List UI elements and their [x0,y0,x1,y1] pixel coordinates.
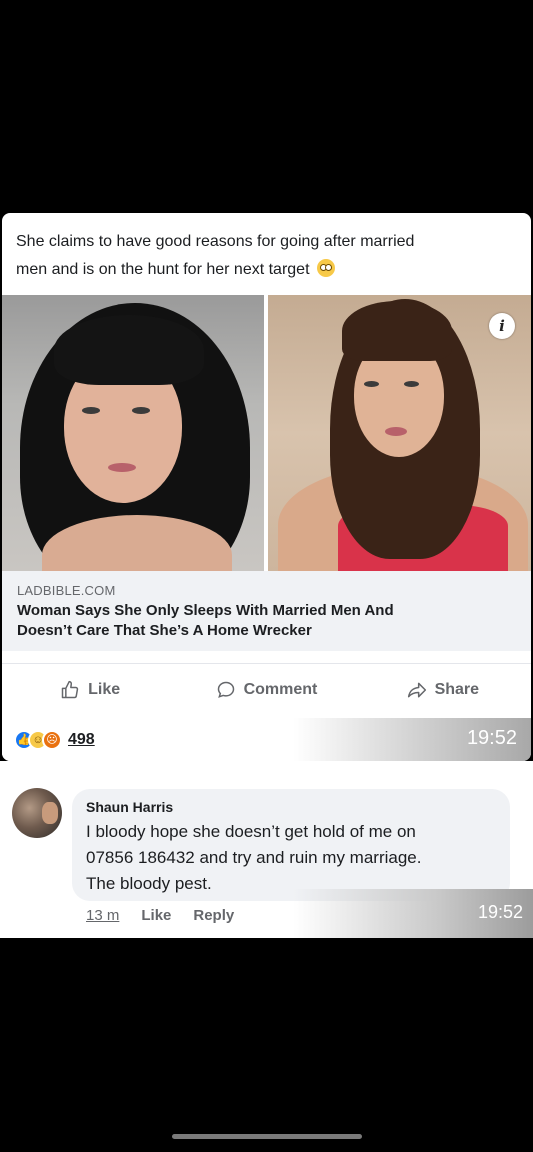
like-label: Like [88,680,121,698]
like-button[interactable]: Like [2,680,178,700]
caption-line-1: She claims to have good reasons for goin… [16,233,415,250]
link-title-line-1: Woman Says She Only Sleeps With Married … [17,602,394,619]
post-image[interactable]: i [2,295,531,571]
photo-right[interactable]: i [268,295,531,571]
angry-reaction-icon: ☹ [42,729,62,750]
post-card: She claims to have good reasons for goin… [2,213,531,761]
comment-label: Comment [243,680,318,698]
comment-author[interactable]: Shaun Harris [86,799,496,815]
comment-button[interactable]: Comment [178,680,354,700]
action-bar: Like Comment Share [2,663,531,715]
info-icon[interactable]: i [489,313,515,339]
share-button[interactable]: Share [355,680,531,700]
link-title-line-2: Doesn’t Care That She’s A Home Wrecker [17,622,312,639]
caption-line-2: men and is on the hunt for her next targ… [16,261,310,278]
comment-time[interactable]: 13 m [86,907,119,924]
link-preview[interactable]: LADBIBLE.COM Woman Says She Only Sleeps … [2,571,531,651]
comment-screenshot-timestamp: 19:52 [477,902,523,922]
flushed-face-emoji-icon [316,259,335,277]
home-indicator[interactable] [172,1134,362,1139]
comment-like-button[interactable]: Like [141,907,171,924]
photo-left[interactable] [2,295,264,571]
reaction-summary[interactable]: 👍 ☺ ☹ 498 19:52 [2,718,531,761]
link-domain: LADBIBLE.COM [17,583,116,598]
avatar[interactable] [12,788,62,838]
screenshot-timestamp: 19:52 [466,727,517,749]
comment-icon [217,681,234,698]
share-icon [407,682,426,697]
share-label: Share [434,680,480,698]
link-title: Woman Says She Only Sleeps With Married … [17,601,516,641]
post-caption: She claims to have good reasons for goin… [2,213,531,284]
comment-reply-button[interactable]: Reply [193,907,234,924]
comment-meta: 13 m Like Reply [86,907,234,924]
reaction-count[interactable]: 498 [68,731,95,749]
thumbs-up-icon [61,680,79,698]
comment-bubble: Shaun Harris I bloody hope she doesn’t g… [72,789,510,901]
comment-card: Shaun Harris I bloody hope she doesn’t g… [0,761,533,938]
comment-text: I bloody hope she doesn’t get hold of me… [86,822,422,893]
